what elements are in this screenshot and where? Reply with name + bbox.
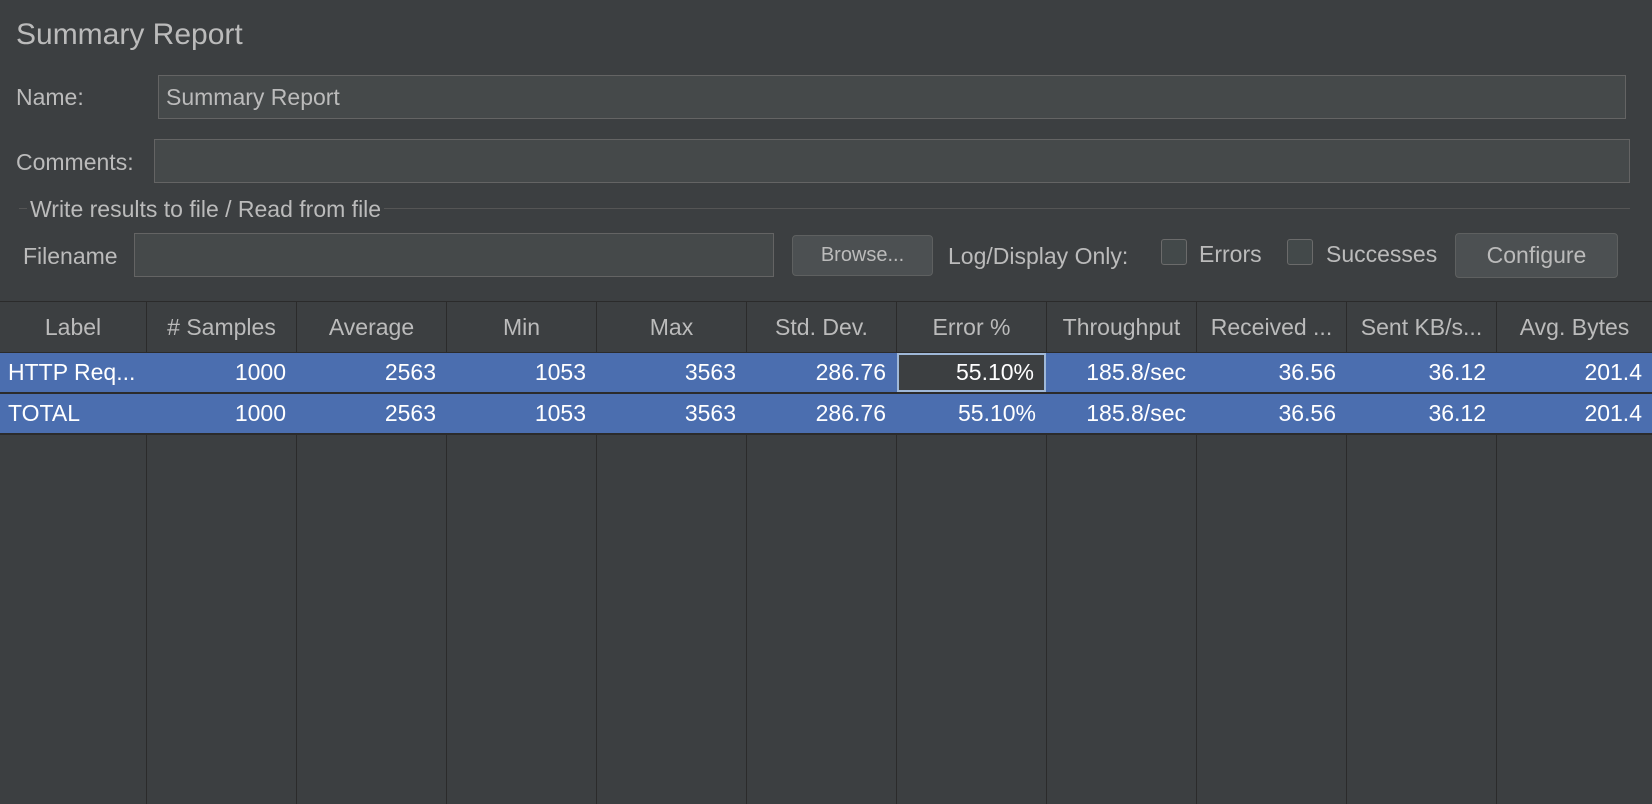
name-input[interactable]: [158, 75, 1626, 119]
column-header-sent[interactable]: Sent KB/s...: [1347, 302, 1496, 352]
cell-min[interactable]: 1053: [447, 353, 596, 392]
column-header-average[interactable]: Average: [297, 302, 446, 352]
filename-input[interactable]: [134, 233, 774, 277]
row-separator: [0, 433, 1652, 435]
panel-title: Summary Report: [16, 18, 243, 51]
column-header-error-pct[interactable]: Error %: [897, 302, 1046, 352]
cell-throughput[interactable]: 185.8/sec: [1047, 353, 1196, 392]
errors-checkbox[interactable]: [1161, 239, 1187, 265]
cell-sent[interactable]: 36.12: [1347, 353, 1496, 392]
column-header-received[interactable]: Received ...: [1197, 302, 1346, 352]
cell-received[interactable]: 36.56: [1197, 353, 1346, 392]
filename-label: Filename: [23, 243, 118, 269]
table-row[interactable]: TOTAL 1000 2563 1053 3563 286.76 55.10% …: [0, 394, 1652, 433]
cell-received[interactable]: 36.56: [1197, 394, 1346, 433]
cell-label[interactable]: HTTP Req...: [0, 353, 146, 392]
column-header-avg-bytes[interactable]: Avg. Bytes: [1497, 302, 1652, 352]
cell-samples[interactable]: 1000: [147, 394, 296, 433]
successes-label: Successes: [1326, 241, 1438, 267]
cell-avg-bytes[interactable]: 201.4: [1497, 394, 1652, 433]
cell-label[interactable]: TOTAL: [0, 394, 146, 433]
cell-std-dev[interactable]: 286.76: [747, 353, 896, 392]
errors-label: Errors: [1199, 241, 1262, 267]
column-header-max[interactable]: Max: [597, 302, 746, 352]
comments-label: Comments:: [16, 149, 134, 175]
name-label: Name:: [16, 84, 84, 110]
configure-button[interactable]: Configure: [1455, 233, 1618, 278]
column-header-throughput[interactable]: Throughput: [1047, 302, 1196, 352]
column-header-std-dev[interactable]: Std. Dev.: [747, 302, 896, 352]
column-header-label[interactable]: Label: [0, 302, 146, 352]
cell-error-pct[interactable]: 55.10%: [897, 394, 1046, 433]
cell-throughput[interactable]: 185.8/sec: [1047, 394, 1196, 433]
comments-input[interactable]: [154, 139, 1630, 183]
browse-button[interactable]: Browse...: [792, 235, 933, 276]
column-header-samples[interactable]: # Samples: [147, 302, 296, 352]
table-row[interactable]: HTTP Req... 1000 2563 1053 3563 286.76 5…: [0, 353, 1652, 392]
cell-min[interactable]: 1053: [447, 394, 596, 433]
cell-std-dev[interactable]: 286.76: [747, 394, 896, 433]
cell-max[interactable]: 3563: [597, 394, 746, 433]
cell-max[interactable]: 3563: [597, 353, 746, 392]
cell-avg-bytes[interactable]: 201.4: [1497, 353, 1652, 392]
column-header-min[interactable]: Min: [447, 302, 596, 352]
cell-sent[interactable]: 36.12: [1347, 394, 1496, 433]
file-group-title: Write results to file / Read from file: [27, 196, 385, 223]
cell-average[interactable]: 2563: [297, 353, 446, 392]
summary-table: Label # Samples Average Min Max Std. Dev…: [0, 301, 1652, 804]
cell-samples[interactable]: 1000: [147, 353, 296, 392]
log-display-only-label: Log/Display Only:: [948, 243, 1129, 269]
table-header: Label # Samples Average Min Max Std. Dev…: [0, 301, 1652, 353]
cell-error-pct-focused[interactable]: 55.10%: [897, 353, 1046, 392]
successes-checkbox[interactable]: [1287, 239, 1313, 265]
cell-average[interactable]: 2563: [297, 394, 446, 433]
